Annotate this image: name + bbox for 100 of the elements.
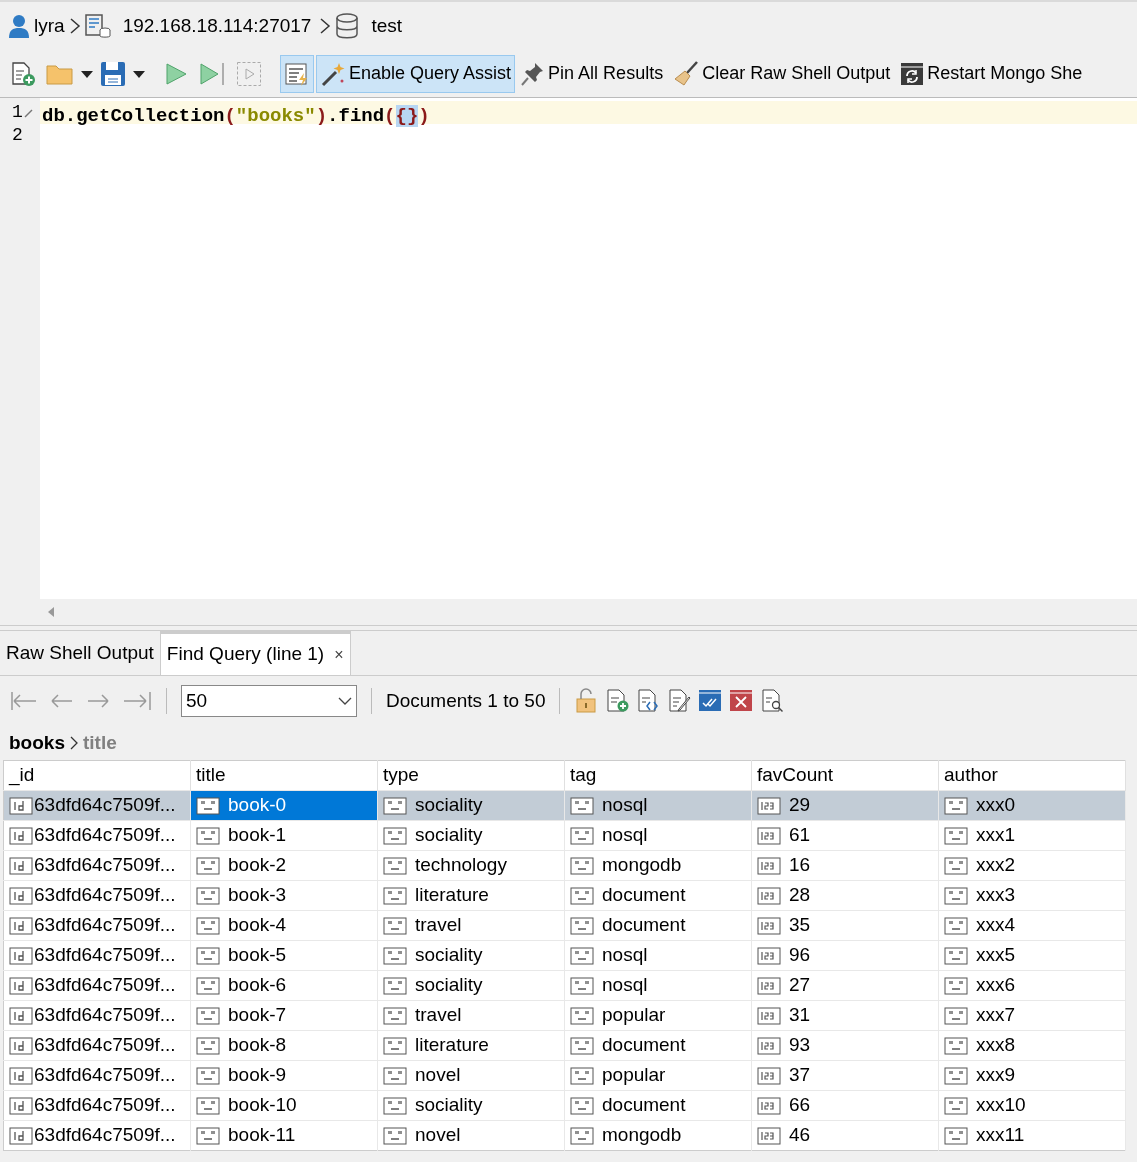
- dropdown-caret-icon[interactable]: [80, 68, 94, 79]
- table-cell-text: xxx3: [976, 883, 1016, 908]
- delete-icon[interactable]: [729, 688, 754, 714]
- string-type-icon: [196, 1005, 220, 1026]
- table-row[interactable]: 63dfd64c7509f... book-1 sociality nosql 61 xxx1: [3, 820, 1126, 851]
- toolbar-button[interactable]: Enable Query Assist: [316, 54, 516, 93]
- broom-icon: [673, 60, 700, 87]
- string-type-icon: [570, 855, 594, 876]
- table-cell-text: sociality: [415, 823, 483, 848]
- document-search-icon[interactable]: [760, 688, 785, 714]
- table-row[interactable]: 63dfd64c7509f... book-2 technology mongodb 16 xxx2: [3, 850, 1126, 881]
- string-type-icon: [570, 1035, 594, 1056]
- result-tab[interactable]: Find Query (line 1) ×: [160, 631, 351, 675]
- line-number: 2: [12, 124, 23, 147]
- string-type-icon: [383, 825, 407, 846]
- toolbar-button[interactable]: Pin All Results: [517, 54, 668, 93]
- table-cell-text: xxx4: [976, 913, 1016, 938]
- table-cell-text: book-3: [228, 883, 287, 908]
- table-cell-text: book-4: [228, 913, 287, 938]
- table-row[interactable]: 63dfd64c7509f... book-6 sociality nosql 27 xxx6: [3, 970, 1126, 1001]
- table-cell-text: 63dfd64c7509f...: [34, 793, 176, 818]
- server-database-icon: [84, 13, 111, 39]
- checkmarks-icon[interactable]: [698, 688, 723, 714]
- table-cell-text: 31: [789, 1003, 811, 1028]
- string-type-icon: [944, 1035, 968, 1056]
- breadcrumb-item[interactable]: 192.168.18.114:27017: [122, 11, 312, 41]
- table-cell-text: 63dfd64c7509f...: [34, 883, 176, 908]
- table-cell-text: 63dfd64c7509f...: [34, 943, 176, 968]
- breadcrumb-item[interactable]: lyra: [34, 11, 65, 41]
- edit-document-icon[interactable]: [667, 688, 692, 714]
- string-type-icon: [944, 1005, 968, 1026]
- unlock-icon[interactable]: [574, 688, 599, 714]
- table-row[interactable]: 63dfd64c7509f... book-0 sociality nosql 29 xxx0: [3, 790, 1126, 821]
- table-cell-text: 61: [789, 823, 811, 848]
- table-cell-text: document: [602, 1093, 686, 1118]
- table-row[interactable]: 63dfd64c7509f... book-8 literature document 93 xxx8: [3, 1030, 1126, 1061]
- string-type-icon: [383, 795, 407, 816]
- document-code-icon[interactable]: [636, 688, 661, 714]
- string-type-icon: [383, 1065, 407, 1086]
- restart-icon: [900, 61, 925, 86]
- string-type-icon: [944, 825, 968, 846]
- toolbar-icon-button[interactable]: [280, 54, 314, 93]
- table-cell-text: 16: [789, 853, 811, 878]
- user-icon: [8, 14, 30, 38]
- table-cell-text: 66: [789, 1093, 811, 1118]
- toolbar-button[interactable]: Restart Mongo She: [896, 54, 1087, 93]
- objectid-type-icon: [9, 855, 33, 876]
- table-row[interactable]: 63dfd64c7509f... book-4 travel document 35 xxx4: [3, 910, 1126, 941]
- close-tab-button[interactable]: ×: [334, 642, 344, 667]
- first-page-icon[interactable]: [10, 689, 38, 713]
- table-row[interactable]: 63dfd64c7509f... book-10 sociality document 66 xxx10: [3, 1090, 1126, 1121]
- string-type-icon: [196, 1035, 220, 1056]
- objectid-type-icon: [9, 1125, 33, 1146]
- table-row[interactable]: 63dfd64c7509f... book-11 novel mongodb 46 xxx11: [3, 1120, 1126, 1151]
- string-type-icon: [196, 825, 220, 846]
- path-item[interactable]: books: [9, 728, 65, 758]
- table-row[interactable]: 63dfd64c7509f... book-7 travel popular 31 xxx7: [3, 1000, 1126, 1031]
- table-cell-text: document: [602, 913, 686, 938]
- page-size-dropdown[interactable]: 50: [181, 685, 357, 717]
- table-cell-text: book-5: [228, 943, 287, 968]
- table-cell-text: xxx5: [976, 943, 1016, 968]
- last-page-icon[interactable]: [124, 689, 152, 713]
- toolbar-button[interactable]: Clear Raw Shell Output: [669, 54, 895, 93]
- string-type-icon: [383, 1095, 407, 1116]
- pin-icon: [521, 60, 546, 87]
- table-cell-text: technology: [415, 853, 507, 878]
- integer-type-icon: [757, 945, 781, 966]
- string-type-icon: [196, 1125, 220, 1146]
- table-cell-text: xxx9: [976, 1063, 1016, 1088]
- string-type-icon: [383, 1035, 407, 1056]
- table-cell-text: 63dfd64c7509f...: [34, 913, 176, 938]
- chevron-right-icon: [68, 17, 81, 35]
- table-cell-text: 63dfd64c7509f...: [34, 1063, 176, 1088]
- add-document-icon[interactable]: [605, 688, 630, 714]
- dropdown-caret-icon[interactable]: [132, 68, 146, 79]
- string-type-icon: [383, 945, 407, 966]
- string-type-icon: [944, 795, 968, 816]
- integer-type-icon: [757, 795, 781, 816]
- table-cell-text: document: [602, 1033, 686, 1058]
- scroll-left-icon[interactable]: [46, 606, 56, 618]
- code-lightning-icon: [284, 60, 310, 87]
- table-cell-text: 37: [789, 1063, 811, 1088]
- table-row[interactable]: 63dfd64c7509f... book-9 novel popular 37 xxx9: [3, 1060, 1126, 1091]
- table-cell-text: nosql: [602, 793, 648, 818]
- string-type-icon: [570, 975, 594, 996]
- integer-type-icon: [757, 1065, 781, 1086]
- table-cell-text: literature: [415, 883, 489, 908]
- table-cell-text: travel: [415, 913, 462, 938]
- table-cell-text: book-11: [228, 1123, 296, 1148]
- table-row[interactable]: 63dfd64c7509f... book-3 literature document 28 xxx3: [3, 880, 1126, 911]
- table-cell-text: 35: [789, 913, 811, 938]
- string-type-icon: [944, 1125, 968, 1146]
- string-type-icon: [570, 945, 594, 966]
- table-row[interactable]: 63dfd64c7509f... book-5 sociality nosql 96 xxx5: [3, 940, 1126, 971]
- string-type-icon: [196, 945, 220, 966]
- string-type-icon: [383, 1005, 407, 1026]
- table-cell-text: xxx11: [976, 1123, 1025, 1148]
- table-cell-text: book-10: [228, 1093, 297, 1118]
- table-cell-text: 46: [789, 1123, 811, 1148]
- breadcrumb-item[interactable]: test: [371, 11, 403, 41]
